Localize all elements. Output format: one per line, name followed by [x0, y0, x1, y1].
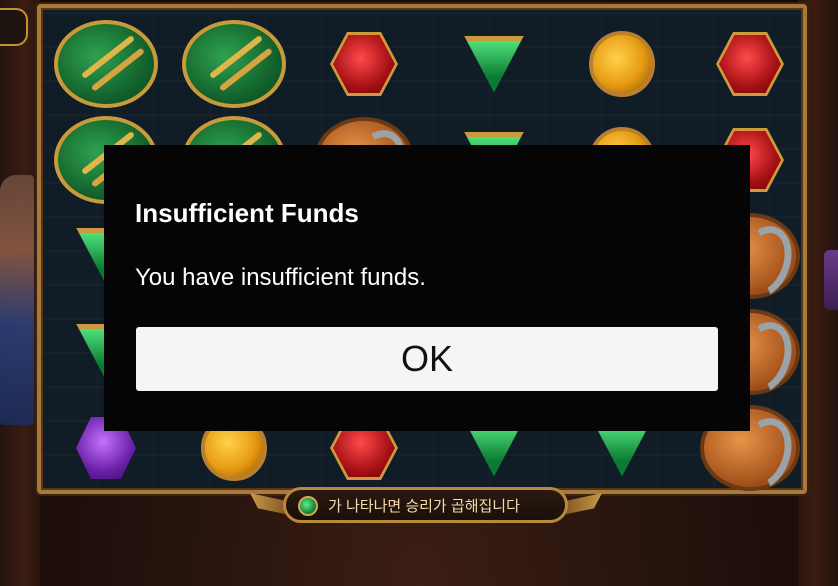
red-gem-icon [716, 32, 784, 96]
banner-text: 가 나타나면 승리가 곱해집니다 [328, 497, 520, 515]
reel-cell [439, 16, 549, 112]
insufficient-funds-dialog: Insufficient Funds You have insufficient… [104, 145, 750, 431]
dialog-message: You have insufficient funds. [135, 264, 426, 291]
reel-cell [695, 16, 805, 112]
bow-icon [182, 20, 286, 108]
red-gem-icon [330, 32, 398, 96]
ok-button[interactable]: OK [136, 327, 718, 391]
green-triangle-gem-icon [464, 35, 524, 93]
green-gem-icon [298, 496, 318, 516]
dialog-title: Insufficient Funds [135, 198, 359, 228]
reel-cell [309, 16, 419, 112]
yellow-gem-icon [589, 31, 655, 97]
multiplier-banner: 가 나타나면 승리가 곱해집니다 [283, 487, 568, 523]
game-logo [0, 8, 28, 46]
statue-figure [824, 250, 838, 310]
reel-cell [51, 16, 161, 112]
pharaoh-figure [0, 175, 34, 425]
reel-cell [179, 16, 289, 112]
bow-icon [54, 20, 158, 108]
reel-cell [567, 16, 677, 112]
